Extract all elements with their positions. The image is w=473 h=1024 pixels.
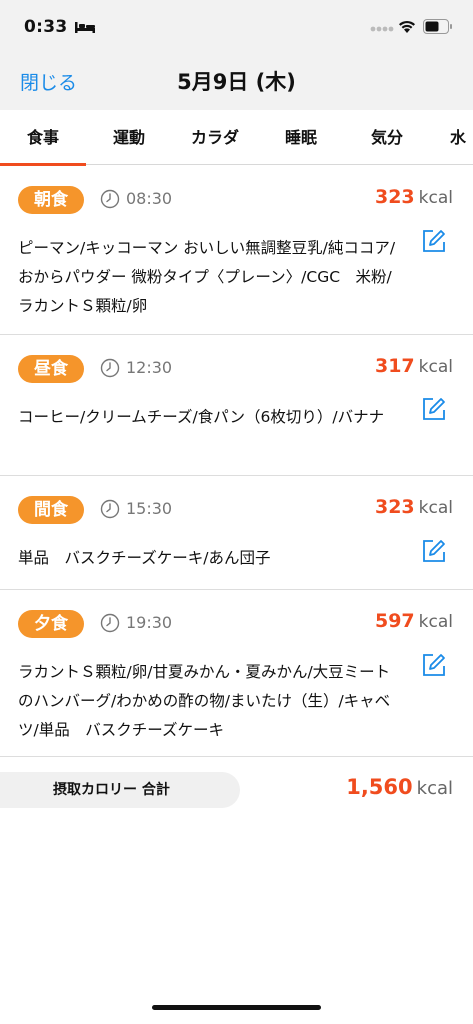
clock-icon	[100, 358, 120, 378]
meal-lunch: 昼食 12:30 317 kcal コーヒー/クリームチーズ/食パン（6枚切り）/…	[0, 335, 473, 476]
kcal-value: 317	[374, 355, 415, 377]
status-time: 0:33	[24, 17, 68, 37]
tab-body[interactable]: カラダ	[172, 110, 258, 165]
page-title: 5月9日 (木)	[177, 70, 296, 94]
meal-foods: 単品 バスクチーズケーキ/あん団子	[18, 549, 271, 567]
tab-bar: 食事 運動 カラダ 睡眠 気分 水	[0, 110, 473, 166]
meal-foods: ラカントＳ顆粒/卵/甘夏みかん・夏みかん/大豆ミートのハンバーグ/わかめの酢の物…	[18, 663, 391, 739]
edit-icon[interactable]	[421, 228, 447, 254]
tab-mood[interactable]: 気分	[344, 110, 430, 165]
meal-time: 15:30	[126, 499, 173, 518]
meal-time: 19:30	[126, 613, 173, 632]
wifi-icon	[399, 20, 415, 33]
meal-dinner: 夕食 19:30 597 kcal ラカントＳ顆粒/卵/甘夏みかん・夏みかん/大豆…	[0, 590, 473, 757]
meal-kcal: 323 kcal	[375, 186, 453, 208]
meal-foods: ピーマン/キッコーマン おいしい無調整豆乳/純ココア/おからパウダー 微粉タイプ…	[18, 239, 396, 315]
tab-meal[interactable]: 食事	[0, 110, 86, 166]
meal-badge: 朝食	[18, 186, 84, 214]
total-kcal-unit: kcal	[416, 778, 453, 799]
tab-exercise[interactable]: 運動	[86, 110, 172, 165]
total-kcal-value: 1,560	[346, 775, 413, 799]
meal-time: 08:30	[126, 189, 173, 208]
meal-badge: 間食	[18, 496, 84, 524]
kcal-unit: kcal	[418, 612, 453, 632]
clock-icon	[100, 499, 120, 519]
kcal-value: 323	[374, 186, 415, 208]
kcal-unit: kcal	[418, 357, 453, 377]
meal-breakfast: 朝食 08:30 323 kcal ピーマン/キッコーマン おいしい無調整豆乳/純…	[0, 166, 473, 335]
tab-water[interactable]: 水	[430, 110, 473, 165]
total-kcal: 1,560 kcal	[346, 775, 453, 799]
meal-foods: コーヒー/クリームチーズ/食パン（6枚切り）/バナナ	[18, 408, 385, 426]
edit-icon[interactable]	[421, 396, 447, 422]
kcal-unit: kcal	[418, 498, 453, 518]
tab-sleep[interactable]: 睡眠	[258, 110, 344, 165]
signal-icon	[370, 26, 394, 32]
nav-bar: 閉じる 5月9日 (木)	[0, 54, 473, 110]
meal-badge: 夕食	[18, 610, 84, 638]
meal-kcal: 317 kcal	[375, 355, 453, 377]
status-bar: 0:33	[0, 0, 473, 54]
kcal-value: 597	[374, 610, 415, 632]
bed-icon	[75, 22, 95, 33]
meal-kcal: 597 kcal	[375, 610, 453, 632]
meal-time: 12:30	[126, 358, 173, 377]
battery-icon	[423, 19, 452, 34]
meal-list: 朝食 08:30 323 kcal ピーマン/キッコーマン おいしい無調整豆乳/純…	[0, 166, 473, 757]
kcal-unit: kcal	[418, 188, 453, 208]
edit-icon[interactable]	[421, 652, 447, 678]
meal-badge: 昼食	[18, 355, 84, 383]
total-label: 摂取カロリー 合計	[0, 772, 240, 808]
kcal-value: 323	[374, 496, 415, 518]
edit-icon[interactable]	[421, 538, 447, 564]
home-indicator[interactable]	[152, 1005, 321, 1010]
clock-icon	[100, 613, 120, 633]
meal-snack: 間食 15:30 323 kcal 単品 バスクチーズケーキ/あん団子	[0, 476, 473, 590]
meal-kcal: 323 kcal	[375, 496, 453, 518]
clock-icon	[100, 189, 120, 209]
